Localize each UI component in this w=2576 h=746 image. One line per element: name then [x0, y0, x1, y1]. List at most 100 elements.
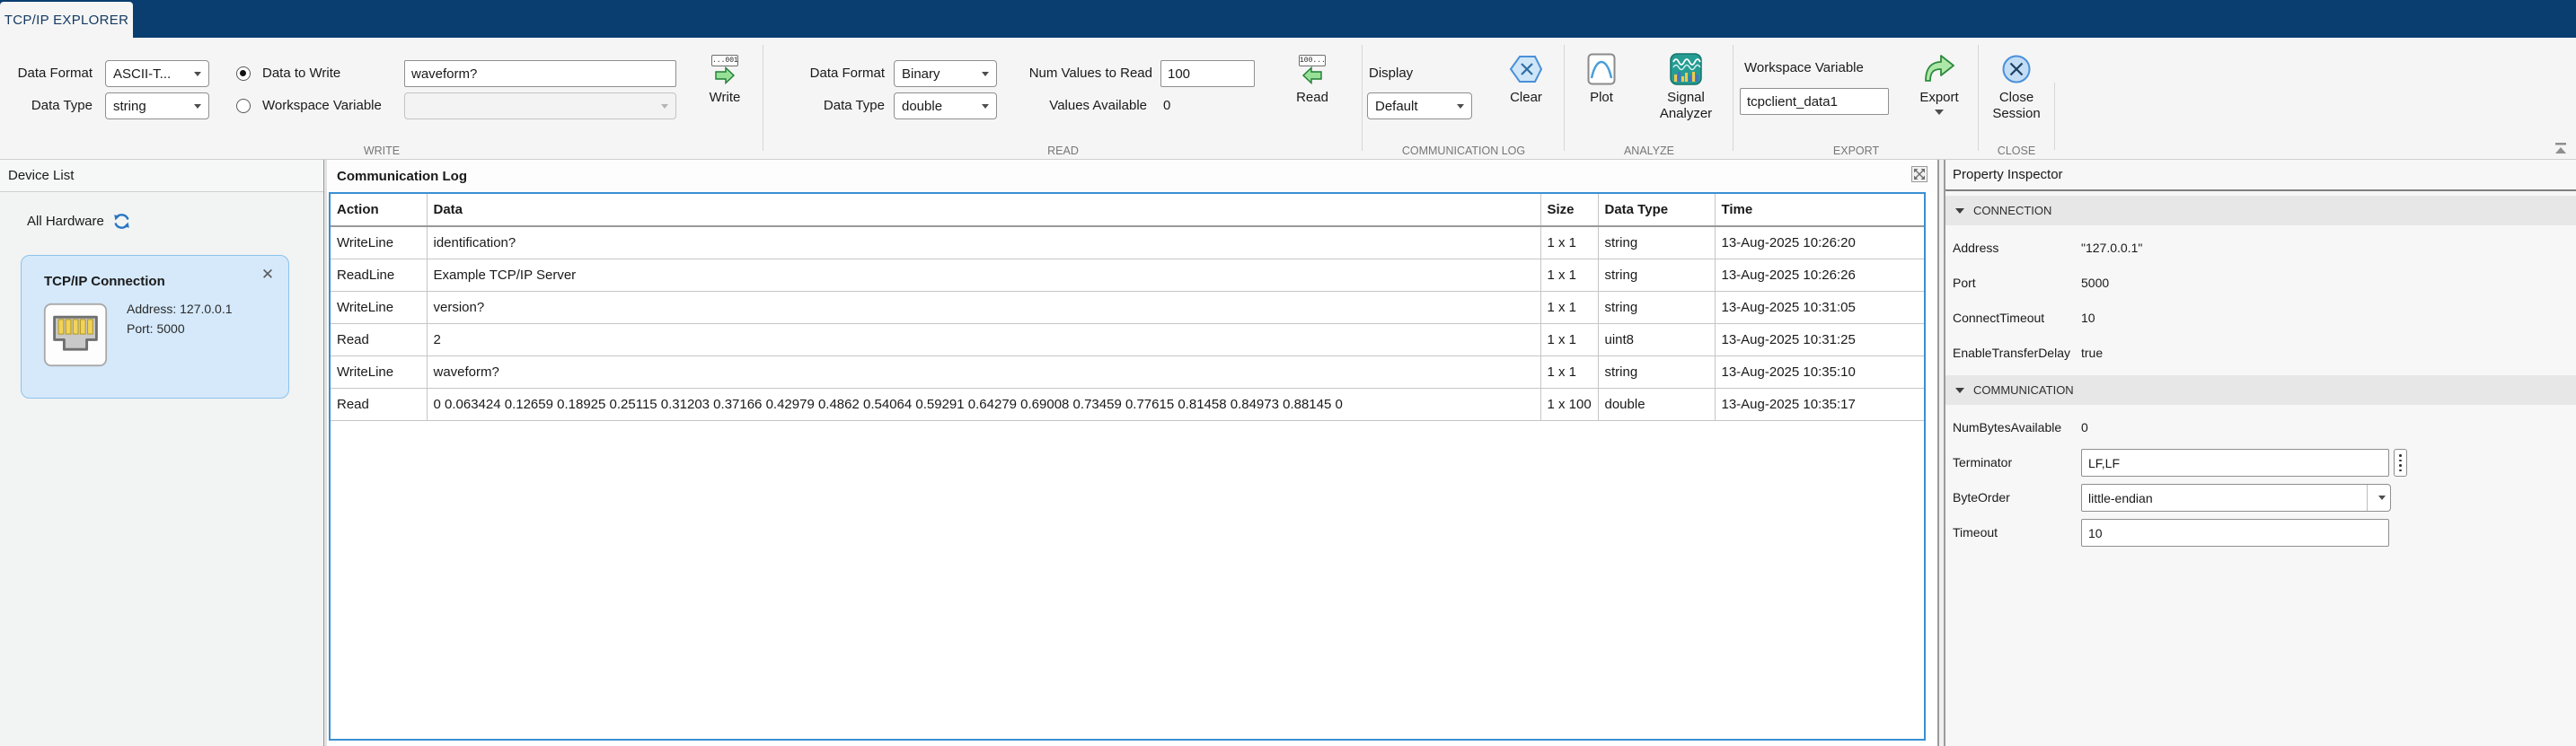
table-cell: ReadLine	[331, 259, 427, 291]
chevron-down-icon	[1935, 110, 1944, 115]
toolbar-section-export: Workspace Variable Export EXPORT	[1734, 38, 1979, 160]
plot-button[interactable]: Plot	[1576, 48, 1627, 151]
write-data-format-dropdown[interactable]: ASCII-T...	[105, 60, 209, 87]
table-cell: double	[1598, 388, 1715, 420]
table-cell: string	[1598, 259, 1715, 291]
tab-tcpip-explorer[interactable]: TCP/IP EXPLORER	[0, 2, 133, 38]
timeout-input[interactable]	[2081, 519, 2389, 547]
expand-icon[interactable]	[1911, 166, 1928, 182]
export-button[interactable]: Export	[1911, 48, 1967, 151]
values-available-label: Values Available	[992, 92, 1147, 119]
toolbar-section-communication-log: Display Default Clear COMMUNICATION LOG	[1363, 38, 1565, 160]
data-to-write-radio[interactable]	[236, 66, 251, 81]
export-workspace-variable-input[interactable]	[1740, 88, 1889, 115]
property-label: ConnectTimeout	[1953, 301, 2044, 336]
column-header-time[interactable]: Time	[1715, 194, 1924, 226]
signal-analyzer-button-label: Signal Analyzer	[1647, 90, 1725, 122]
close-session-button[interactable]: Close Session	[1986, 48, 2047, 151]
export-icon	[1922, 54, 1956, 84]
read-icon: 100...	[1299, 55, 1326, 84]
read-data-format-value: Binary	[902, 66, 976, 82]
table-cell: Read	[331, 323, 427, 355]
num-values-to-read-label: Num Values to Read	[992, 60, 1152, 87]
table-row[interactable]: Read21 x 1uint813-Aug-2025 10:31:25	[331, 323, 1924, 355]
write-data-format-value: ASCII-T...	[113, 66, 189, 82]
chevron-down-icon	[194, 104, 201, 109]
table-row[interactable]: WriteLinewaveform?1 x 1string13-Aug-2025…	[331, 355, 1924, 388]
property-row-byte-order: ByteOrder little-endian	[1945, 480, 2576, 515]
signal-analyzer-button[interactable]: Signal Analyzer	[1647, 48, 1725, 151]
read-button[interactable]: 100... Read	[1283, 48, 1342, 151]
byte-order-dropdown[interactable]: little-endian	[2081, 484, 2391, 512]
read-data-format-dropdown[interactable]: Binary	[894, 60, 997, 87]
table-cell: 1 x 100	[1540, 388, 1598, 420]
display-label: Display	[1369, 60, 1413, 87]
section-header-communication[interactable]: COMMUNICATION	[1945, 375, 2576, 405]
device-card-address: Address: 127.0.0.1	[127, 299, 233, 319]
tcpip-explorer-app: TCP/IP EXPLORER Data Format ASCII-T... D…	[0, 0, 2576, 746]
toolbar-section-read: Data Format Binary Data Type double Num …	[763, 38, 1363, 160]
workspace-variable-radio[interactable]	[236, 99, 251, 113]
rj45-connector-icon	[43, 303, 108, 367]
panel-splitter-right[interactable]	[1937, 160, 1945, 746]
tab-strip: TCP/IP EXPLORER	[0, 0, 2576, 38]
column-header-action[interactable]: Action	[331, 194, 427, 226]
byte-order-value: little-endian	[2082, 491, 2367, 505]
num-values-to-read-input[interactable]	[1160, 60, 1255, 87]
property-label: Port	[1953, 266, 1976, 301]
communication-log-table-container[interactable]: Action Data Size Data Type Time WriteLin…	[329, 192, 1926, 741]
close-icon[interactable]: ✕	[258, 265, 278, 285]
write-data-type-dropdown[interactable]: string	[105, 92, 209, 119]
property-label: Terminator	[1953, 445, 2012, 480]
table-cell: uint8	[1598, 323, 1715, 355]
green-arrow-left-icon	[1301, 66, 1323, 84]
column-header-data[interactable]: Data	[427, 194, 1540, 226]
write-data-format-label: Data Format	[7, 60, 93, 87]
section-divider	[2054, 83, 2055, 150]
minimize-ribbon-button[interactable]	[2553, 141, 2569, 155]
table-cell: WriteLine	[331, 355, 427, 388]
tab-label: TCP/IP EXPLORER	[4, 13, 128, 28]
table-row[interactable]: WriteLineversion?1 x 1string13-Aug-2025 …	[331, 291, 1924, 323]
section-header-label: COMMUNICATION	[1973, 383, 2074, 397]
export-workspace-variable-label: Workspace Variable	[1744, 57, 1864, 79]
refresh-icon[interactable]	[112, 212, 131, 231]
communication-log-title: Communication Log	[327, 160, 1937, 192]
table-cell: 1 x 1	[1540, 355, 1598, 388]
clear-button[interactable]: Clear	[1497, 48, 1555, 151]
communication-log-panel: Communication Log	[327, 160, 1937, 746]
column-header-size[interactable]: Size	[1540, 194, 1598, 226]
table-cell: 1 x 1	[1540, 291, 1598, 323]
dropdown-button[interactable]	[2367, 485, 2390, 511]
property-label: Timeout	[1953, 515, 1998, 550]
table-row[interactable]: Read0 0.063424 0.12659 0.18925 0.25115 0…	[331, 388, 1924, 420]
terminator-options-button[interactable]	[2394, 449, 2407, 477]
communication-log-section-label: COMMUNICATION LOG	[1363, 145, 1565, 157]
device-card-tcpip-connection[interactable]: TCP/IP Connection ✕ Address: 127.0.0.1 P…	[21, 255, 289, 399]
device-list-panel: Device List All Hardware TCP/IP Connecti…	[0, 160, 323, 746]
property-label: Address	[1953, 231, 1998, 266]
device-list-title: Device List	[0, 160, 323, 192]
terminator-input[interactable]	[2081, 449, 2389, 477]
table-cell: string	[1598, 226, 1715, 259]
display-dropdown[interactable]: Default	[1367, 92, 1472, 119]
toolbar-section-close: Close Session CLOSE	[1979, 38, 2054, 160]
write-section-label: WRITE	[0, 145, 763, 157]
section-header-connection[interactable]: CONNECTION	[1945, 196, 2576, 225]
table-cell: WriteLine	[331, 226, 427, 259]
property-value: "127.0.0.1"	[2081, 231, 2142, 266]
workspace-variable-dropdown[interactable]	[404, 92, 676, 119]
table-row[interactable]: ReadLineExample TCP/IP Server1 x 1string…	[331, 259, 1924, 291]
toolbar-section-analyze: Plot Sig	[1565, 38, 1734, 160]
table-row[interactable]: WriteLineidentification?1 x 1string13-Au…	[331, 226, 1924, 259]
chevron-down-icon	[982, 72, 989, 76]
property-value: true	[2081, 336, 2103, 371]
plot-button-label: Plot	[1590, 90, 1613, 106]
property-label: NumBytesAvailable	[1953, 410, 2061, 445]
data-to-write-input[interactable]	[404, 60, 676, 87]
write-button[interactable]: ...001 Write	[693, 48, 756, 151]
read-data-type-dropdown[interactable]: double	[894, 92, 997, 119]
table-cell: 13-Aug-2025 10:26:20	[1715, 226, 1924, 259]
write-icon-tag: ...001	[711, 55, 738, 66]
column-header-data-type[interactable]: Data Type	[1598, 194, 1715, 226]
